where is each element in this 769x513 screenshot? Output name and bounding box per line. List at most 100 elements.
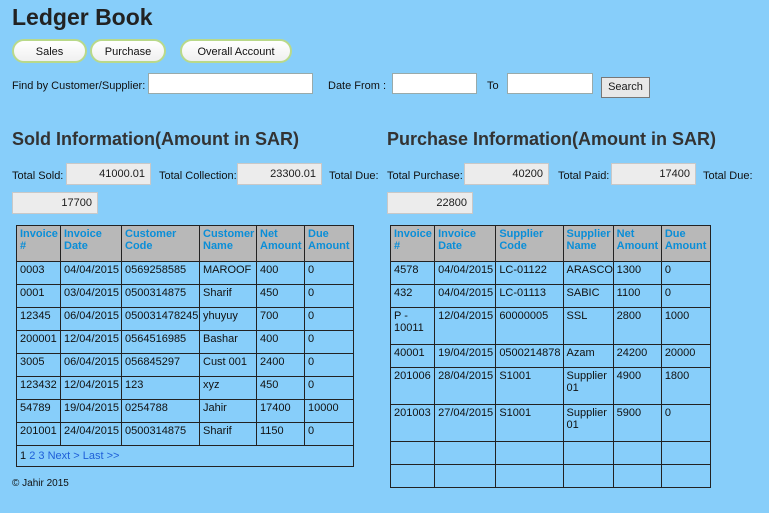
- purchase-total-due-value: 22800: [387, 192, 473, 214]
- search-button[interactable]: Search: [601, 77, 650, 98]
- date-to-label: To: [487, 80, 499, 92]
- purchase-table-row: 432 04/04/2015 LC-01113 SABIC 1100 0: [389, 284, 712, 308]
- sold-table-cell: 06/04/2015: [60, 307, 122, 331]
- purchase-table-cell: 20000: [660, 344, 712, 368]
- overall-account-button[interactable]: Overall Account: [180, 39, 292, 63]
- purchase-table-cell: Supplier 01: [562, 367, 614, 405]
- sold-table-cell: 12345: [16, 307, 61, 331]
- sold-table-cell: 0: [304, 353, 354, 377]
- purchase-table-cell: Azam: [562, 344, 614, 368]
- sold-table-cell: Sharif: [199, 284, 257, 308]
- sold-total-due-label: Total Due:: [329, 170, 379, 182]
- purchase-table-cell: S1001: [495, 404, 564, 442]
- sold-total-due-value: 17700: [12, 192, 98, 214]
- pager-page-2[interactable]: 2: [29, 450, 35, 462]
- sold-table-cell: MAROOF: [199, 261, 257, 285]
- sold-table-cell: 0: [304, 284, 354, 308]
- sold-table-cell: 03/04/2015: [60, 284, 122, 308]
- sold-table-cell: Bashar: [199, 330, 257, 354]
- date-from-label: Date From :: [328, 80, 387, 92]
- sold-table-row: 200001 12/04/2015 0564516985 Bashar 400 0: [16, 330, 354, 354]
- total-paid-value: 17400: [611, 163, 696, 185]
- purchase-table-cell: 1100: [612, 284, 662, 308]
- purchase-table-cell: SABIC: [562, 284, 614, 308]
- sold-table: Invoice # Invoice Date Customer Code Custom…: [16, 225, 354, 467]
- total-purchase-value: 40200: [464, 163, 549, 185]
- sold-column-header: Customer Code: [121, 225, 200, 262]
- purchase-empty-cell: [495, 464, 564, 488]
- sold-table-cell: 0: [304, 330, 354, 354]
- date-from-input[interactable]: [392, 73, 477, 94]
- sales-button[interactable]: Sales: [12, 39, 87, 63]
- sold-table-row: 123432 12/04/2015 123 xyz 450 0: [16, 376, 354, 400]
- sold-table-cell: 0569258585: [121, 261, 200, 285]
- purchase-table-row: 4578 04/04/2015 LC-01122 ARASCO 1300 0: [389, 261, 712, 285]
- pager-page-3[interactable]: 3: [38, 450, 44, 462]
- sold-table-cell: 0564516985: [121, 330, 200, 354]
- purchase-table-cell: 2800: [612, 307, 662, 345]
- purchase-empty-cell: [660, 441, 712, 465]
- pager-page-1[interactable]: 1: [20, 450, 26, 462]
- purchase-table-cell: 0: [660, 284, 712, 308]
- purchase-table-cell: 432: [389, 284, 436, 308]
- purchase-table-cell: 28/04/2015: [434, 367, 497, 405]
- total-collection-value: 23300.01: [237, 163, 322, 185]
- purchase-table-cell: 04/04/2015: [434, 261, 497, 285]
- sold-table-cell: 04/04/2015: [60, 261, 122, 285]
- date-to-input[interactable]: [507, 73, 593, 94]
- purchase-empty-cell: [660, 464, 712, 488]
- sold-table-cell: 0: [304, 261, 354, 285]
- pager-last-link[interactable]: Last >>: [83, 450, 120, 462]
- purchase-table-cell: 1800: [660, 367, 712, 405]
- sold-table-cell: xyz: [199, 376, 257, 400]
- sold-pager: 1 2 3 Next > Last >>: [16, 445, 354, 467]
- purchase-empty-cell: [612, 464, 662, 488]
- find-label: Find by Customer/Supplier:: [12, 80, 146, 92]
- sold-column-header: Net Amount: [256, 225, 305, 262]
- sold-column-header: Customer Name: [199, 225, 257, 262]
- purchase-button[interactable]: Purchase: [90, 39, 166, 63]
- purchase-table-cell: 04/04/2015: [434, 284, 497, 308]
- sold-table-cell: 700: [256, 307, 305, 331]
- purchase-table-cell: Supplier 01: [562, 404, 614, 442]
- purchase-empty-cell: [434, 464, 497, 488]
- sold-table-cell: 2400: [256, 353, 305, 377]
- sold-table-cell: 450: [256, 284, 305, 308]
- sold-table-cell: 0003: [16, 261, 61, 285]
- purchase-empty-cell: [562, 441, 614, 465]
- sold-table-cell: 19/04/2015: [60, 399, 122, 423]
- purchase-table-row: 201006 28/04/2015 S1001 Supplier 01 4900 1800: [389, 367, 712, 405]
- sold-table-cell: 400: [256, 330, 305, 354]
- purchase-table-cell: 12/04/2015: [434, 307, 497, 345]
- sold-table-cell: 0: [304, 376, 354, 400]
- total-sold-value: 41000.01: [66, 163, 151, 185]
- total-paid-label: Total Paid:: [558, 170, 610, 182]
- page-title: Ledger Book: [12, 4, 153, 30]
- purchase-total-due-label: Total Due:: [703, 170, 753, 182]
- sold-table-cell: 123: [121, 376, 200, 400]
- sold-table-cell: 12/04/2015: [60, 330, 122, 354]
- customer-supplier-input[interactable]: [148, 73, 313, 94]
- purchase-table-row: 40001 19/04/2015 0500214878 Azam 24200 20000: [389, 344, 712, 368]
- sold-table-cell: 17400: [256, 399, 305, 423]
- sold-table-cell: 0500314875: [121, 284, 200, 308]
- purchase-column-header: Net Amount: [612, 225, 662, 262]
- sold-table-cell: 1150: [256, 422, 305, 446]
- sold-table-cell: 400: [256, 261, 305, 285]
- sold-table-cell: yhuyuy: [199, 307, 257, 331]
- sold-table-cell: 050031478245: [121, 307, 200, 331]
- sold-table-cell: 3005: [16, 353, 61, 377]
- purchase-table-cell: 4578: [389, 261, 436, 285]
- sold-table-cell: 056845297: [121, 353, 200, 377]
- sold-table-row: 54789 19/04/2015 0254788 Jahir 17400 10000: [16, 399, 354, 423]
- sold-table-cell: 54789: [16, 399, 61, 423]
- sold-heading: Sold Information(Amount in SAR): [12, 129, 299, 149]
- pager-next-link[interactable]: Next >: [48, 450, 80, 462]
- sold-table-cell: 123432: [16, 376, 61, 400]
- total-collection-label: Total Collection:: [159, 170, 237, 182]
- purchase-table-cell: 0: [660, 261, 712, 285]
- purchase-heading: Purchase Information(Amount in SAR): [387, 129, 717, 149]
- purchase-table-cell: 19/04/2015: [434, 344, 497, 368]
- purchase-table-cell: 0500214878: [495, 344, 564, 368]
- sold-table-row: 0001 03/04/2015 0500314875 Sharif 450 0: [16, 284, 354, 308]
